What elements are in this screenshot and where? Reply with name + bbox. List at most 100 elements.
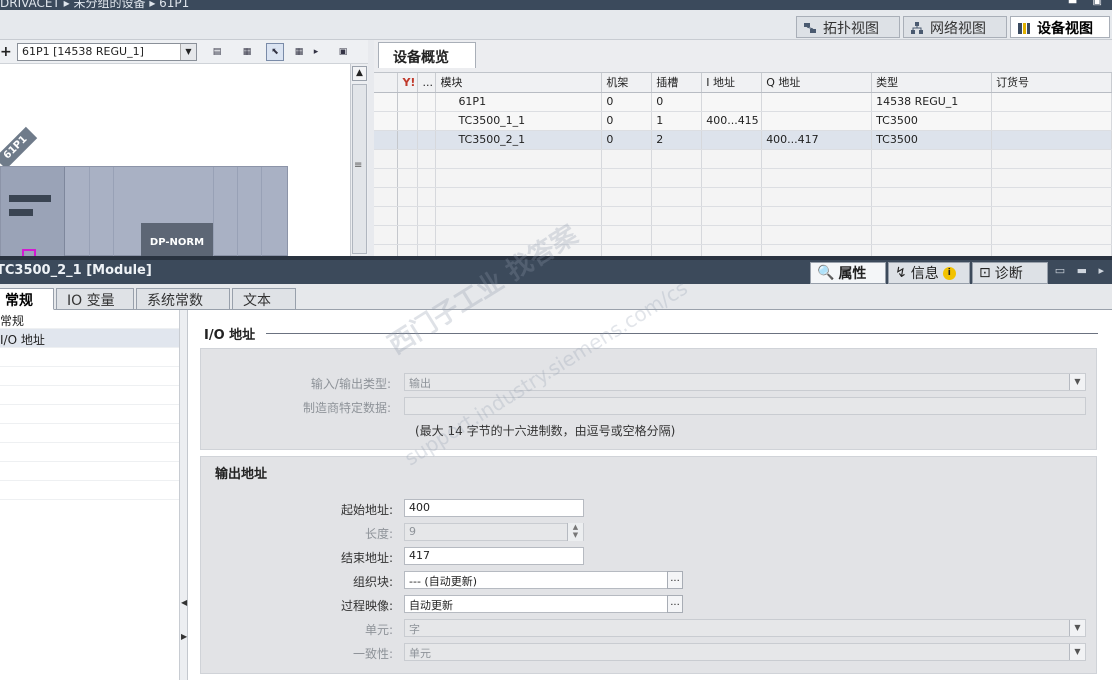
column-header[interactable]: ... <box>417 73 437 93</box>
nav-item-general[interactable]: 常规 <box>0 310 179 329</box>
start-address-input[interactable]: 400 <box>404 499 584 517</box>
column-header[interactable]: 机架 <box>601 73 653 93</box>
tab-topology-view[interactable]: 拓扑视图 <box>796 16 900 38</box>
table-cell[interactable]: 0 <box>601 130 653 150</box>
chevron-down-icon[interactable]: ▼ <box>180 44 196 60</box>
table-cell[interactable]: TC3500 <box>871 111 993 131</box>
table-row[interactable] <box>374 168 1112 188</box>
table-cell[interactable]: 14538 REGU_1 <box>871 92 993 112</box>
table-row[interactable]: TC3500_1_1 0 1 400...415 TC3500 <box>374 111 1112 131</box>
column-header[interactable]: 类型 <box>871 73 993 93</box>
nav-item-io-address[interactable]: I/O 地址 <box>0 329 179 348</box>
table-row[interactable]: 61P1 0 0 14538 REGU_1 <box>374 92 1112 112</box>
table-cell[interactable]: 400...415 <box>701 111 763 131</box>
property-content: I/O 地址 输入/输出类型: 输出 ▼ 制造商特定数据: (最大 14 字节的… <box>188 310 1112 680</box>
grid-icon[interactable]: ▦ <box>290 43 308 61</box>
expand-right-icon[interactable]: ▶ <box>181 632 187 641</box>
device-overview: 设备概览 Y! ... 模块 机架 插槽 I 地址 Q 地址 类型 订货号 61… <box>374 40 1112 256</box>
breadcrumb-bar: DRIVACET ▸ 未分组的设备 ▸ 61P1 ▬ ▣ <box>0 0 1112 10</box>
table-row[interactable] <box>374 187 1112 207</box>
canvas-scrollbar[interactable]: ▲ ≡ <box>350 64 368 256</box>
table-cell[interactable] <box>701 130 763 150</box>
column-header[interactable]: 模块 <box>435 73 603 93</box>
inspector-window-controls[interactable]: ▭ ▬ ▸ <box>1055 264 1108 277</box>
table-row[interactable] <box>374 225 1112 245</box>
rack-slot[interactable] <box>89 167 113 256</box>
property-nav-tree: 常规 I/O 地址 <box>0 310 180 680</box>
table-cell[interactable]: 400...417 <box>761 130 873 150</box>
tab-network-view[interactable]: 网络视图 <box>903 16 1007 38</box>
rack-slot[interactable] <box>113 167 137 256</box>
consistency-select: 单元 <box>404 643 1086 661</box>
end-address-input[interactable]: 417 <box>404 547 584 565</box>
view-tabs-row: 拓扑视图 网络视图 设备视图 <box>0 10 1112 40</box>
table-row[interactable] <box>374 244 1112 256</box>
table-cell[interactable] <box>701 92 763 112</box>
process-image-input[interactable]: 自动更新 <box>404 595 668 613</box>
device-name-label[interactable]: 61P1 <box>0 126 38 170</box>
tab-diagnostics[interactable]: ⊡ 诊断 <box>972 262 1048 284</box>
column-header[interactable]: Y! <box>397 73 419 93</box>
device-select[interactable]: 61P1 [14538 REGU_1] <box>17 43 197 61</box>
table-row[interactable] <box>374 206 1112 226</box>
column-header[interactable]: 订货号 <box>991 73 1112 93</box>
table-cell[interactable]: 0 <box>651 92 703 112</box>
device-list-icon[interactable]: ▤ <box>208 43 226 61</box>
rack-slot[interactable] <box>261 167 285 256</box>
expand-icon[interactable]: + <box>0 44 12 60</box>
device-canvas[interactable]: 61P1 DP-NORM <box>0 64 350 256</box>
tab-properties[interactable]: 🔍 属性 <box>810 262 886 284</box>
table-row-selected[interactable]: TC3500_2_1 0 2 400...417 TC3500 <box>374 130 1112 150</box>
name-icon[interactable]: ▦ <box>238 43 256 61</box>
table-cell[interactable]: 0 <box>601 92 653 112</box>
tab-system-constants[interactable]: 系统常数 <box>136 288 230 310</box>
manufacturer-data-input[interactable] <box>404 397 1086 415</box>
org-block-input[interactable]: --- (自动更新) <box>404 571 668 589</box>
chevron-down-icon: ▼ <box>1069 620 1085 636</box>
io-type-select[interactable]: 输出 <box>404 373 1086 391</box>
column-header[interactable]: Q 地址 <box>761 73 873 93</box>
table-cell[interactable]: 1 <box>651 111 703 131</box>
table-cell[interactable]: TC3500_1_1 <box>435 111 603 131</box>
rack-slot[interactable] <box>237 167 261 256</box>
table-cell[interactable] <box>761 111 873 131</box>
rack-slot[interactable] <box>213 167 237 256</box>
table-cell[interactable]: 61P1 <box>435 92 603 112</box>
tab-info[interactable]: ↯ 信息 i <box>888 262 970 284</box>
table-cell[interactable] <box>761 92 873 112</box>
tab-device-overview[interactable]: 设备概览 <box>378 42 476 68</box>
collapse-left-icon[interactable]: ◀ <box>181 598 187 607</box>
scroll-up-icon[interactable]: ▲ <box>352 66 367 81</box>
more-arrow-icon[interactable]: ▸ <box>312 43 320 61</box>
rack-head-module[interactable] <box>1 167 65 256</box>
breadcrumb[interactable]: DRIVACET ▸ 未分组的设备 ▸ 61P1 <box>0 0 189 10</box>
zoom-icon[interactable]: ▣ <box>334 43 352 61</box>
tab-properties-label: 属性 <box>838 266 867 282</box>
browse-org-block-button[interactable]: ... <box>667 571 683 589</box>
tab-general[interactable]: 常规 <box>0 288 54 310</box>
pointer-tool-icon[interactable]: ⬉ <box>266 43 284 61</box>
table-cell <box>397 130 419 150</box>
tab-io-tags[interactable]: IO 变量 <box>56 288 134 310</box>
table-cell[interactable]: 0 <box>601 111 653 131</box>
column-header[interactable]: I 地址 <box>701 73 763 93</box>
table-cell[interactable] <box>991 111 1112 131</box>
dp-norm-module[interactable]: DP-NORM <box>141 223 213 256</box>
device-rack[interactable]: DP-NORM <box>0 166 288 256</box>
nav-splitter[interactable]: ◀ ▶ <box>180 310 188 680</box>
tab-device-view[interactable]: 设备视图 <box>1010 16 1110 38</box>
table-cell[interactable] <box>991 130 1112 150</box>
column-header[interactable]: 插槽 <box>651 73 703 93</box>
table-row[interactable] <box>374 149 1112 169</box>
output-address-panel: 输出地址 起始地址: 400 长度: 9 ▲ ▼ 结束地址: 417 组织块: -… <box>200 456 1097 674</box>
inspector-subtabs: 常规 IO 变量 系统常数 文本 <box>0 284 1112 310</box>
browse-process-image-button[interactable]: ... <box>667 595 683 613</box>
chevron-down-icon[interactable]: ▼ <box>1069 374 1085 390</box>
table-cell[interactable]: TC3500 <box>871 130 993 150</box>
tab-texts[interactable]: 文本 <box>232 288 296 310</box>
canvas-toolbar: + 61P1 [14538 REGU_1] ▼ ▤ ▦ ⬉ ▦ ▸ ▣ <box>0 40 368 64</box>
table-cell[interactable]: TC3500_2_1 <box>435 130 603 150</box>
table-cell[interactable]: 2 <box>651 130 703 150</box>
table-cell[interactable] <box>991 92 1112 112</box>
window-controls[interactable]: ▬ ▣ <box>1068 0 1108 7</box>
